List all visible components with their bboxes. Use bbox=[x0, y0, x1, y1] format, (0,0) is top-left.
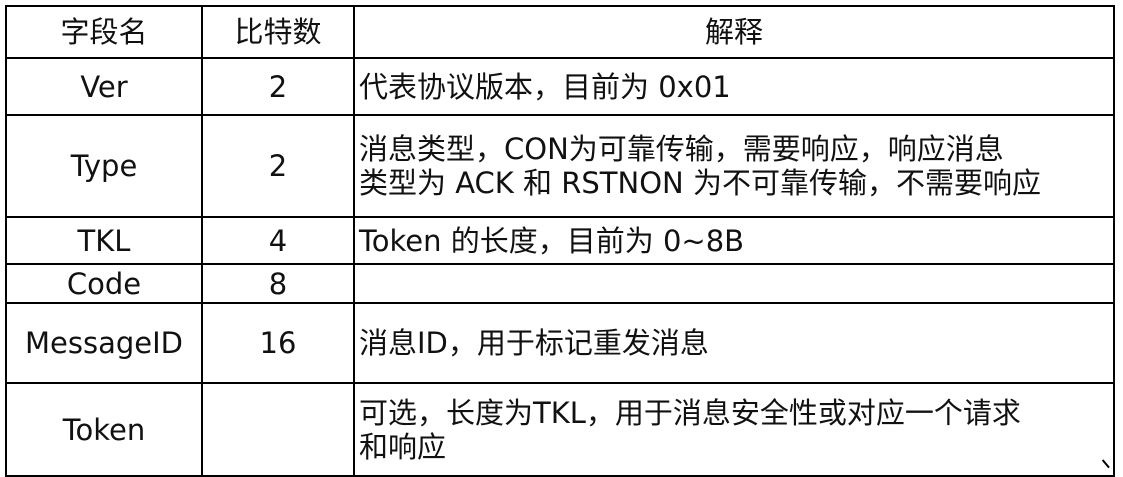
description-line: Token 的长度，目前为 0~8B bbox=[359, 223, 745, 258]
table-row: Ver 2 代表协议版本，目前为 0x01 bbox=[5, 57, 1115, 116]
cell-field: MessageID bbox=[5, 302, 203, 384]
cell-description: 消息ID，用于标记重发消息 bbox=[353, 302, 1115, 384]
cell-description bbox=[353, 263, 1115, 304]
header-field-name: 字段名 bbox=[5, 5, 203, 59]
description-line: 消息类型，CON为可靠传输，需要响应，响应消息 bbox=[359, 132, 1004, 166]
cell-bits: 16 bbox=[201, 302, 355, 384]
cell-description: Token 的长度，目前为 0~8B bbox=[353, 216, 1115, 265]
description-line: 消息ID，用于标记重发消息 bbox=[359, 326, 709, 360]
cell-field: TKL bbox=[5, 216, 203, 265]
cell-description: 代表协议版本，目前为 0x01 bbox=[353, 57, 1115, 116]
cell-field: Token bbox=[5, 382, 203, 477]
description-line: 可选，长度为TKL，用于消息安全性或对应一个请求 bbox=[359, 395, 1021, 430]
table-row: MessageID 16 消息ID，用于标记重发消息 bbox=[5, 302, 1115, 384]
header-explanation: 解释 bbox=[353, 5, 1115, 59]
cell-description: 可选，长度为TKL，用于消息安全性或对应一个请求 和响应 bbox=[353, 382, 1115, 477]
header-bit-count: 比特数 bbox=[201, 5, 355, 59]
table-row: TKL 4 Token 的长度，目前为 0~8B bbox=[5, 216, 1115, 265]
description-line: 和响应 bbox=[359, 429, 447, 464]
cell-field: Ver bbox=[5, 57, 203, 116]
cell-bits: 2 bbox=[201, 114, 355, 218]
description-line: 类型为 ACK 和 RSTNON 为不可靠传输，不需要响应 bbox=[359, 166, 1041, 200]
cell-field: Code bbox=[5, 263, 203, 304]
cell-bits: 8 bbox=[201, 263, 355, 304]
cell-bits bbox=[201, 382, 355, 477]
cell-bits: 4 bbox=[201, 216, 355, 265]
table-row: Type 2 消息类型，CON为可靠传输，需要响应，响应消息 类型为 ACK 和… bbox=[5, 114, 1115, 218]
table-header-row: 字段名 比特数 解释 bbox=[5, 5, 1115, 59]
field-table-container: 字段名 比特数 解释 Ver 2 代表协议版本，目前为 0x01 Type 2 … bbox=[5, 5, 1115, 477]
table-row: Code 8 bbox=[5, 263, 1115, 304]
description-line: 代表协议版本，目前为 0x01 bbox=[359, 69, 731, 104]
cell-bits: 2 bbox=[201, 57, 355, 116]
table-row: Token 可选，长度为TKL，用于消息安全性或对应一个请求 和响应 bbox=[5, 382, 1115, 477]
cell-description: 消息类型，CON为可靠传输，需要响应，响应消息 类型为 ACK 和 RSTNON… bbox=[353, 114, 1115, 218]
cell-field: Type bbox=[5, 114, 203, 218]
coap-header-field-table: 字段名 比特数 解释 Ver 2 代表协议版本，目前为 0x01 Type 2 … bbox=[5, 5, 1115, 477]
